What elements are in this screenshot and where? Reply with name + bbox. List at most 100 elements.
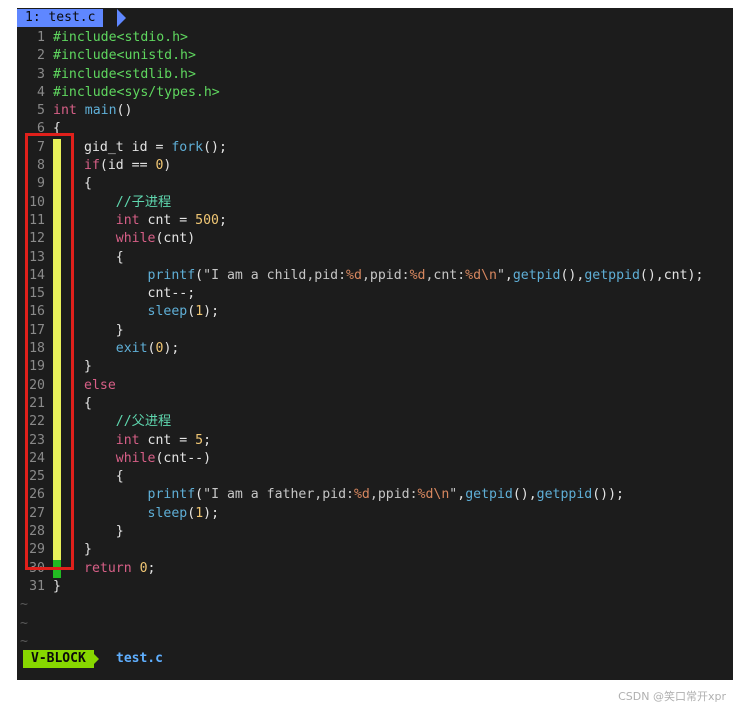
tab-arrow-icon: [117, 9, 126, 27]
code-line[interactable]: 15 cnt--;: [17, 285, 733, 304]
code-line[interactable]: 6{: [17, 120, 733, 138]
code-text: if(id == 0): [84, 157, 171, 175]
code-line[interactable]: 10 //子进程: [17, 193, 733, 212]
code-line[interactable]: 9{: [17, 175, 733, 194]
code-token: fork: [171, 139, 204, 155]
code-token: }: [84, 359, 92, 375]
code-text: while(cnt--): [84, 450, 211, 468]
code-token: ,cnt:: [425, 267, 466, 283]
code-token: (),: [512, 487, 537, 503]
code-token: (): [116, 103, 133, 119]
code-token: (),: [560, 267, 585, 283]
code-token: return: [84, 560, 132, 576]
code-token: int: [115, 432, 140, 448]
code-line[interactable]: 4 #include<sys/types.h>: [17, 84, 733, 102]
code-token: ,: [504, 267, 513, 283]
code-line[interactable]: 25 {: [17, 468, 733, 487]
line-number: 5: [37, 103, 45, 119]
code-token: ;: [147, 560, 156, 576]
code-line[interactable]: 27 sleep(1);: [17, 504, 733, 524]
code-line[interactable]: 8 if(id == 0): [17, 157, 733, 176]
code-line[interactable]: 29}: [17, 541, 733, 560]
code-text: gid_t id = fork();: [84, 139, 227, 157]
code-line[interactable]: 3 #include<stdlib.h>: [17, 66, 733, 84]
empty-line-tilde: ~: [20, 615, 28, 631]
code-token: 0: [139, 560, 148, 576]
code-token: %d: [353, 487, 370, 503]
code-line[interactable]: 28 }: [17, 523, 733, 542]
code-token: cnt =: [139, 212, 196, 228]
code-token: 1: [195, 505, 204, 521]
code-line[interactable]: 14 printf("I am a child,pid:%d,ppid:%d,c…: [17, 266, 733, 286]
code-line[interactable]: 24 while(cnt--): [17, 449, 733, 469]
code-line[interactable]: 26 printf("I am a father,pid:%d,ppid:%d\…: [17, 486, 733, 505]
code-token: ();: [203, 139, 227, 155]
tabline: 1: test.c: [17, 8, 733, 27]
code-token: ,ppid:: [361, 267, 410, 283]
watermark: CSDN @笑口常开xpr: [618, 690, 726, 703]
code-token: printf: [147, 267, 196, 283]
code-line[interactable]: 12 while(cnt): [17, 230, 733, 249]
code-text: while(cnt): [84, 230, 195, 248]
code-text: #include<stdio.h>: [53, 29, 188, 47]
code-text: #include<sys/types.h>: [53, 84, 220, 102]
code-line[interactable]: 17 }: [17, 321, 733, 341]
tab-test-c[interactable]: 1: test.c: [17, 9, 104, 27]
code-line[interactable]: 1 #include<stdio.h>: [17, 29, 733, 47]
code-line[interactable]: 2 #include<unistd.h>: [17, 47, 733, 65]
code-token: ());: [592, 487, 624, 503]
code-text: #include<stdlib.h>: [53, 66, 196, 84]
code-line[interactable]: 13 {: [17, 248, 733, 267]
code-token: int: [53, 103, 77, 119]
code-line[interactable]: 22 //父进程: [17, 413, 733, 432]
code-token: "I am a child,pid:: [203, 267, 347, 283]
code-line[interactable]: 21{: [17, 394, 733, 414]
code-text: {: [84, 395, 92, 413]
code-line[interactable]: 5 int main(): [17, 102, 733, 120]
code-token: {: [84, 469, 124, 485]
code-line[interactable]: 18 exit(0);: [17, 340, 733, 359]
code-token: #include<sys/types.h>: [53, 84, 220, 100]
code-token: (: [195, 267, 204, 283]
code-token: sleep: [147, 505, 188, 521]
code-text: {: [84, 249, 124, 267]
code-token: sleep: [147, 304, 188, 320]
code-token: }: [84, 524, 124, 540]
line-number: 2: [37, 48, 45, 64]
code-line[interactable]: 20 else: [17, 376, 733, 395]
code-token: else: [84, 377, 116, 393]
code-line[interactable]: 31}: [17, 578, 733, 596]
code-token: getppid: [536, 487, 593, 503]
code-text: }: [84, 523, 124, 541]
code-line[interactable]: 7 gid_t id = fork();: [17, 138, 733, 158]
code-line[interactable]: 19}: [17, 358, 733, 377]
code-token: getppid: [584, 267, 640, 283]
code-line[interactable]: 11 int cnt = 500;: [17, 211, 733, 231]
line-number: 31: [29, 578, 45, 594]
code-token: %d: [346, 267, 362, 283]
code-token: );: [203, 304, 220, 320]
code-token: #include<stdlib.h>: [53, 66, 196, 82]
mode-indicator: V-BLOCK: [23, 650, 94, 668]
code-token: getpid: [465, 487, 513, 503]
code-area[interactable]: 1 #include<stdio.h> 2 #include<unistd.h> 3 #i…: [17, 29, 733, 651]
code-text: exit(0);: [84, 340, 180, 358]
code-token: {: [84, 176, 92, 192]
mode-arrow-icon: [90, 650, 99, 668]
code-line[interactable]: 16 sleep(1);: [17, 303, 733, 322]
code-token: int: [115, 212, 140, 228]
code-text: int cnt = 500;: [84, 212, 227, 230]
code-token: main: [84, 103, 117, 119]
code-token: ,: [457, 487, 466, 503]
code-line[interactable]: 23 int cnt = 5;: [17, 431, 733, 450]
code-text: //父进程: [84, 413, 171, 431]
code-line[interactable]: 30 return 0;: [17, 559, 733, 578]
code-token: (),cnt);: [639, 267, 704, 283]
code-token: cnt--;: [84, 286, 196, 302]
code-token: );: [203, 505, 220, 521]
